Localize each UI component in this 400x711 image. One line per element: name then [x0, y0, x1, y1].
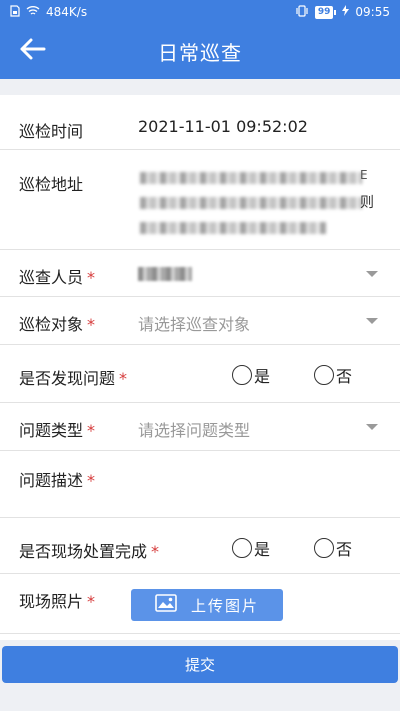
chevron-down-icon[interactable]	[366, 424, 378, 430]
problem-desc-label: 问题描述 *	[19, 471, 96, 490]
inspection-target-label: 巡检对象 *	[19, 315, 96, 334]
handled-no-radio[interactable]: 否	[314, 536, 352, 560]
row-inspector: 巡查人员 *	[0, 250, 400, 297]
network-speed: 484K/s	[46, 5, 88, 19]
problem-found-radio-group: 是 否	[232, 363, 352, 387]
page-title: 日常巡查	[158, 41, 242, 65]
status-time: 09:55	[355, 5, 390, 19]
row-problem-found: 是否发现问题 * 是 否	[0, 345, 400, 403]
problem-type-select[interactable]: 请选择问题类型	[138, 417, 250, 441]
sim-card-icon	[10, 4, 20, 20]
handled-yes-radio[interactable]: 是	[232, 536, 270, 560]
problem-desc-textarea[interactable]	[130, 457, 390, 512]
inspector-select[interactable]	[130, 256, 390, 290]
inspection-form: 巡检时间 2021-11-01 09:52:02 巡检地址 E 则 巡查人员 * …	[0, 95, 400, 640]
back-button[interactable]	[12, 34, 52, 68]
radio-circle-icon[interactable]	[232, 365, 252, 385]
address-tail-char: E	[360, 168, 368, 182]
required-mark: *	[87, 315, 96, 334]
inspection-address-label: 巡检地址	[19, 175, 84, 194]
required-mark: *	[87, 471, 96, 490]
chevron-down-icon[interactable]	[366, 271, 378, 277]
inspection-target-select[interactable]: 请选择巡查对象	[138, 311, 250, 335]
chevron-down-icon[interactable]	[366, 318, 378, 324]
app-bar: 日常巡查	[0, 24, 400, 79]
inspector-label: 巡查人员 *	[19, 268, 96, 287]
row-inspection-address: 巡检地址 E 则	[0, 150, 400, 250]
required-mark: *	[119, 369, 128, 388]
problem-type-label: 问题类型 *	[19, 421, 96, 440]
wifi-icon	[26, 5, 40, 19]
problem-found-label: 是否发现问题 *	[19, 369, 128, 388]
required-mark: *	[87, 421, 96, 440]
row-problem-desc: 问题描述 *	[0, 451, 400, 518]
required-mark: *	[87, 268, 96, 287]
required-mark: *	[151, 542, 160, 561]
row-handled-on-site: 是否现场处置完成 * 是 否	[0, 518, 400, 574]
radio-circle-icon[interactable]	[314, 538, 335, 558]
problem-found-yes-radio[interactable]: 是	[232, 363, 270, 387]
inspection-time-label: 巡检时间	[19, 122, 84, 141]
battery-indicator: 99	[314, 5, 337, 19]
radio-circle-icon[interactable]	[314, 365, 335, 385]
row-site-photo: 现场照片 * 上传图片	[0, 574, 400, 634]
vibrate-icon	[295, 4, 309, 20]
radio-circle-icon[interactable]	[232, 538, 252, 558]
problem-found-no-radio[interactable]: 否	[314, 363, 352, 387]
row-problem-type: 问题类型 * 请选择问题类型	[0, 403, 400, 451]
address-tail-char: 则	[360, 195, 374, 211]
row-inspection-time: 巡检时间 2021-11-01 09:52:02	[0, 95, 400, 150]
lightning-icon	[342, 5, 350, 19]
image-icon	[155, 594, 177, 616]
row-inspection-target: 巡检对象 * 请选择巡查对象	[0, 297, 400, 345]
submit-button[interactable]: 提交	[2, 646, 398, 683]
required-mark: *	[87, 592, 96, 611]
inspection-time-value: 2021-11-01 09:52:02	[138, 117, 308, 136]
upload-image-button[interactable]: 上传图片	[131, 589, 283, 621]
site-photo-label: 现场照片 *	[19, 592, 96, 611]
handled-on-site-radio-group: 是 否	[232, 536, 352, 560]
handled-on-site-label: 是否现场处置完成 *	[19, 542, 160, 561]
battery-level: 99	[314, 5, 334, 19]
upload-button-label: 上传图片	[190, 596, 259, 615]
arrow-left-icon	[18, 37, 46, 65]
status-bar: 484K/s 99 09:55	[0, 0, 400, 24]
